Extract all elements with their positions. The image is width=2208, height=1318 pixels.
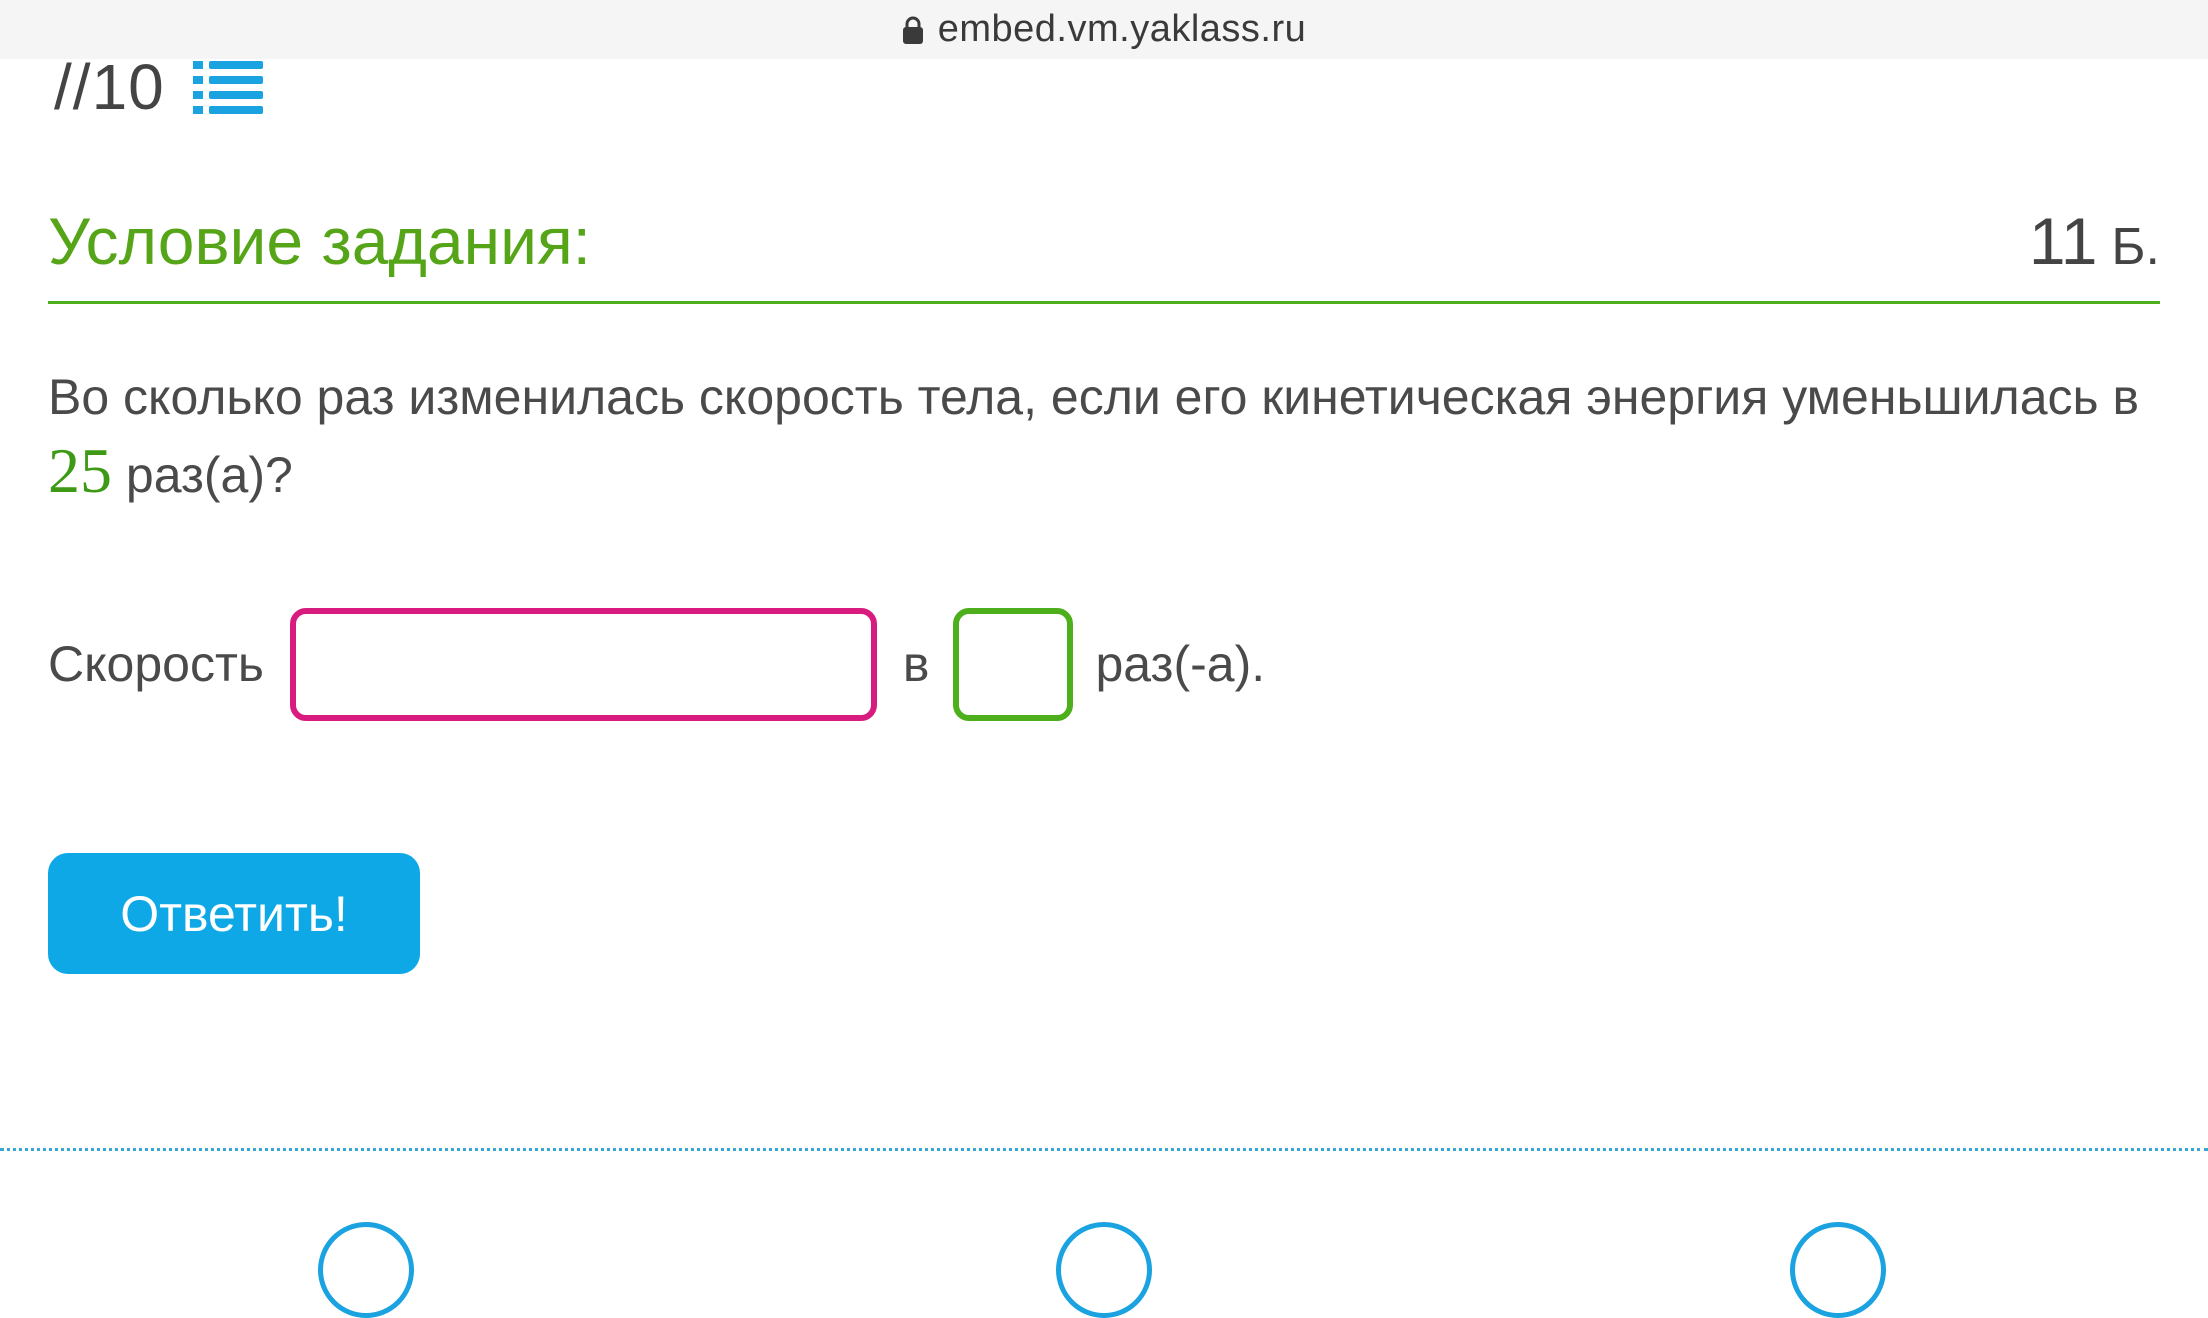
submit-label: Ответить! (120, 885, 348, 942)
change-type-input[interactable] (289, 607, 877, 721)
url-container: embed.vm.yaklass.ru (902, 8, 1307, 51)
nav-circle-left[interactable] (318, 1222, 414, 1318)
progress-row: //10 (54, 50, 263, 124)
dotted-divider (0, 1148, 2208, 1151)
factor-input[interactable] (953, 607, 1074, 721)
score-value: 11 (2028, 204, 2098, 278)
answer-suffix: раз(-а). (1095, 636, 1266, 692)
answer-prefix: Скорость (48, 636, 264, 692)
nav-circle-right[interactable] (1790, 1222, 1886, 1318)
question-text-after: раз(а)? (112, 447, 293, 503)
score-unit: Б. (2111, 218, 2160, 276)
nav-circle-center[interactable] (1056, 1222, 1152, 1318)
question-number: 25 (48, 435, 112, 506)
submit-button[interactable]: Ответить! (48, 853, 420, 974)
score: 11 Б. (2029, 203, 2160, 279)
answer-middle: в (902, 636, 930, 692)
answer-row: Скорость в раз(-а). (48, 606, 1265, 722)
list-icon[interactable] (192, 59, 263, 115)
task-title: Условие задания: (48, 204, 592, 278)
lock-icon (902, 15, 924, 45)
browser-url-bar[interactable]: embed.vm.yaklass.ru (0, 0, 2208, 59)
question-text: Во сколько раз изменилась скорость тела,… (48, 360, 2168, 512)
question-text-before: Во сколько раз изменилась скорость тела,… (48, 369, 2140, 425)
url-text[interactable]: embed.vm.yaklass.ru (938, 8, 1307, 51)
progress-counter: //10 (54, 51, 165, 123)
task-header: Условие задания: 11 Б. (48, 200, 2160, 304)
